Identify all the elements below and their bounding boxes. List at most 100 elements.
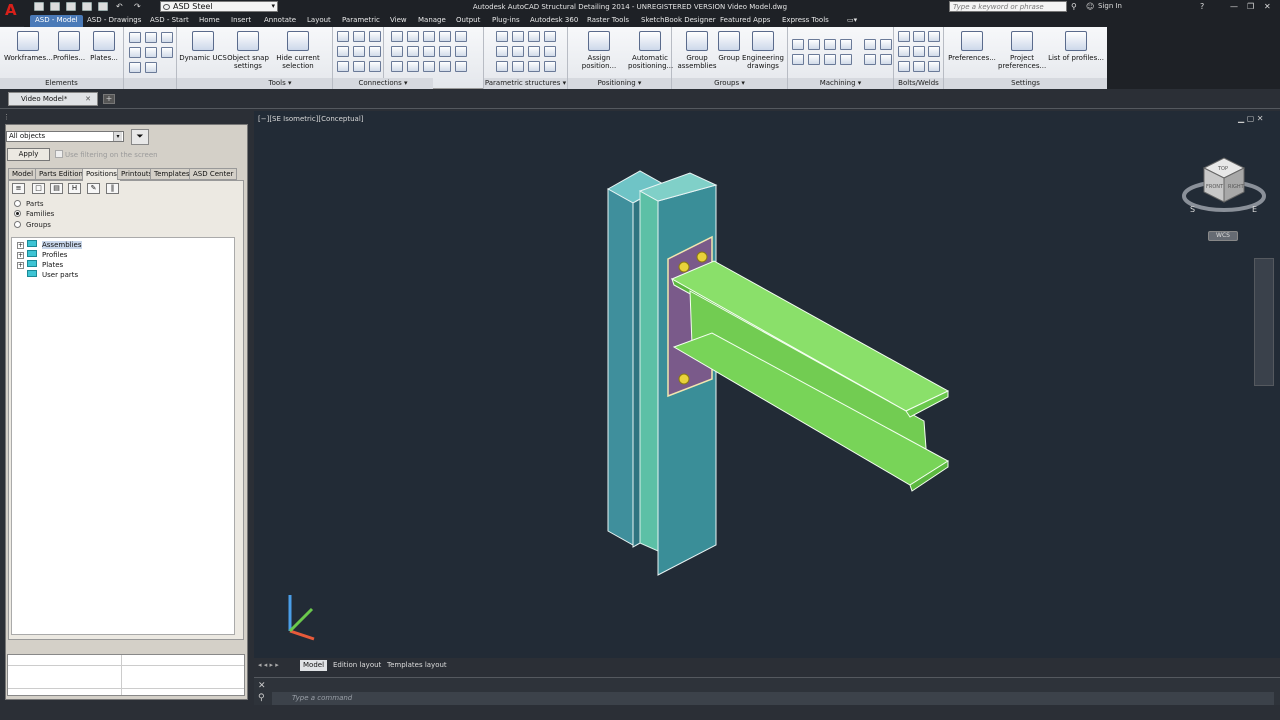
tool-icon[interactable] (161, 47, 173, 58)
connection-icon[interactable] (391, 61, 403, 72)
tab-parts-edition[interactable]: Parts Edition (35, 168, 87, 180)
workspace-selector[interactable]: ASD Steel ▾ (160, 1, 278, 12)
expand-icon[interactable]: + (17, 242, 24, 249)
parametric-icon[interactable] (528, 46, 540, 57)
parametric-icon[interactable] (512, 31, 524, 42)
workframes-button[interactable]: Workframes... (4, 31, 53, 62)
dynamic-ucs-button[interactable]: Dynamic UCS (179, 31, 227, 62)
tool-icon[interactable] (145, 47, 157, 58)
connection-icon[interactable] (407, 61, 419, 72)
tab-parametric[interactable]: Parametric (337, 15, 385, 27)
connection-icon[interactable] (369, 61, 381, 72)
bolt-icon[interactable] (898, 31, 910, 42)
save-as-icon[interactable] (82, 2, 92, 11)
search-input[interactable]: Type a keyword or phrase (949, 1, 1067, 12)
tab-layout[interactable]: Layout (302, 15, 336, 27)
tool-icon[interactable] (145, 62, 157, 73)
weld-icon[interactable] (928, 61, 940, 72)
parametric-icon[interactable] (544, 31, 556, 42)
assign-position-button[interactable]: Assign position... (570, 31, 628, 70)
connection-icon[interactable] (369, 46, 381, 57)
parametric-icon[interactable] (512, 46, 524, 57)
layout-tab-model[interactable]: Model (300, 660, 328, 671)
viewcube[interactable]: TOP FRONT RIGHT S E (1180, 150, 1270, 220)
new-file-icon[interactable] (34, 2, 44, 11)
command-search-icon[interactable]: ⚲ (258, 693, 265, 703)
tab-annotate[interactable]: Annotate (259, 15, 301, 27)
machining-icon[interactable] (864, 54, 876, 65)
weld-icon[interactable] (898, 61, 910, 72)
tool-icon[interactable] (145, 32, 157, 43)
tab-model[interactable]: Model (8, 168, 38, 180)
machining-icon[interactable] (824, 39, 836, 50)
parametric-icon[interactable] (496, 46, 508, 57)
connection-icon[interactable] (353, 61, 365, 72)
command-input[interactable]: Type a command (272, 692, 1274, 705)
layout-nav-arrows-icon[interactable]: ◂ ◂ ▸ ▸ (258, 661, 279, 669)
parametric-icon[interactable] (496, 61, 508, 72)
machining-icon[interactable] (864, 39, 876, 50)
column-tool-icon[interactable]: ‖ (106, 183, 119, 194)
tree-node-assemblies[interactable]: + Assemblies (17, 240, 82, 250)
tab-insert[interactable]: Insert (226, 15, 256, 27)
connection-icon[interactable] (353, 31, 365, 42)
connection-icon[interactable] (423, 46, 435, 57)
layout-tab-templates[interactable]: Templates layout (384, 660, 450, 671)
undo-icon[interactable]: ↶ (116, 2, 123, 11)
machining-icon[interactable] (808, 39, 820, 50)
binoculars-icon[interactable]: ⚲ (1071, 2, 1077, 11)
application-menu-button[interactable]: A (0, 0, 24, 26)
tree-node-profiles[interactable]: + Profiles (17, 250, 67, 260)
parametric-icon[interactable] (544, 46, 556, 57)
connection-icon[interactable] (391, 46, 403, 57)
weld-icon[interactable] (913, 61, 925, 72)
sign-in-link[interactable]: Sign In (1098, 2, 1122, 10)
palette-grip-icon[interactable]: ⋮ (3, 113, 10, 121)
connection-icon[interactable] (423, 31, 435, 42)
machining-icon[interactable] (792, 39, 804, 50)
tool-icon[interactable] (129, 47, 141, 58)
connection-icon[interactable] (369, 31, 381, 42)
preferences-button[interactable]: Preferences... (946, 31, 998, 62)
connection-icon[interactable] (439, 61, 451, 72)
connection-icon[interactable] (337, 46, 349, 57)
layout-tab-edition[interactable]: Edition layout (330, 660, 384, 671)
expand-icon[interactable]: + (17, 252, 24, 259)
plates-button[interactable]: Plates... (87, 31, 121, 62)
connection-icon[interactable] (439, 31, 451, 42)
filter-select[interactable]: All objects ▾ (6, 131, 124, 142)
navigation-bar[interactable] (1254, 258, 1274, 386)
expand-icon[interactable]: + (17, 262, 24, 269)
automatic-positioning-button[interactable]: Automatic positioning... (628, 31, 673, 70)
tab-view[interactable]: View (385, 15, 412, 27)
connection-icon[interactable] (455, 61, 467, 72)
tab-asd-drawings[interactable]: ASD - Drawings (82, 15, 146, 27)
bolt-icon[interactable] (928, 31, 940, 42)
beam-tool-icon[interactable]: H (68, 183, 81, 194)
connection-icon[interactable] (407, 31, 419, 42)
group-button[interactable]: Group (716, 31, 742, 62)
bolt-icon[interactable] (913, 31, 925, 42)
new-tab-button[interactable]: + (103, 94, 115, 104)
object-snap-button[interactable]: Object snap settings (227, 31, 269, 70)
machining-icon[interactable] (840, 54, 852, 65)
machining-icon[interactable] (880, 39, 892, 50)
redo-icon[interactable]: ↷ (134, 2, 141, 11)
parametric-icon[interactable] (528, 61, 540, 72)
tab-express-tools[interactable]: Express Tools (777, 15, 834, 27)
apply-button[interactable]: Apply (7, 148, 50, 161)
profiles-button[interactable]: Profiles... (52, 31, 86, 62)
connection-icon[interactable] (337, 31, 349, 42)
close-icon[interactable]: ✕ (1264, 2, 1271, 11)
connection-icon[interactable] (407, 46, 419, 57)
hide-selection-button[interactable]: Hide current selection (273, 31, 323, 70)
tab-raster-tools[interactable]: Raster Tools (582, 15, 634, 27)
machining-icon[interactable] (824, 54, 836, 65)
connection-icon[interactable] (423, 61, 435, 72)
minimize-icon[interactable]: — (1230, 2, 1238, 11)
position-tool-icon[interactable]: ≡ (12, 183, 25, 194)
document-tab[interactable]: Video Model* ✕ (8, 92, 98, 106)
machining-icon[interactable] (808, 54, 820, 65)
parametric-icon[interactable] (544, 61, 556, 72)
tab-asd-model[interactable]: ASD - Model (30, 15, 83, 27)
